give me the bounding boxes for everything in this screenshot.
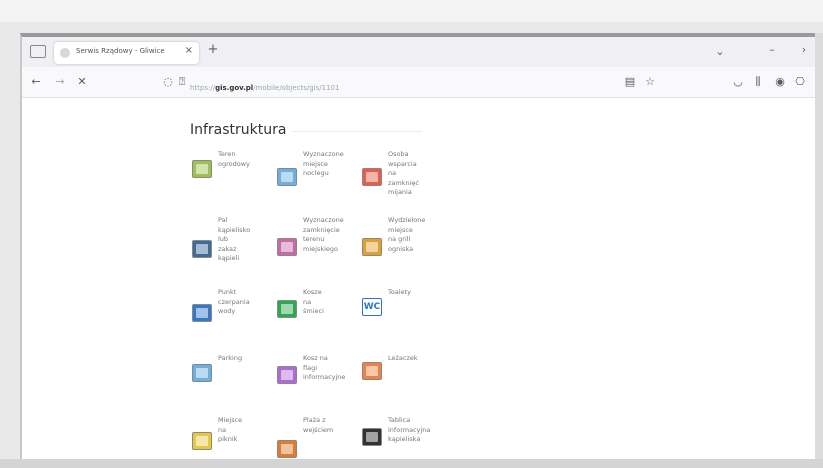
browser-tab[interactable]: Serwis Rządowy - Gliwice ×	[54, 42, 199, 64]
account-icon[interactable]: ◉	[774, 75, 786, 89]
tab-bar: Serwis Rządowy - Gliwice × + ⌄ – ›	[22, 37, 823, 67]
tab-close-icon[interactable]: ×	[185, 45, 193, 56]
deckchair-icon	[362, 362, 382, 380]
back-icon[interactable]: ←	[30, 75, 42, 89]
navigation-toolbar: ← → ✕ ◌ ⍰ https://gis.gov.pl/mobile/obje…	[22, 67, 823, 98]
heading-divider	[292, 131, 422, 132]
infrastructure-item-label: Leżaczek	[388, 354, 418, 362]
desktop-bottom-strip	[0, 459, 823, 468]
enclosure-icon	[277, 238, 297, 256]
infrastructure-item-label: Kosz na flagi informacyjne	[303, 354, 346, 381]
reload-icon[interactable]: ✕	[76, 75, 88, 89]
new-tab-icon[interactable]: +	[206, 43, 220, 57]
infrastructure-item-label: Punkt czerpania wody	[218, 288, 250, 315]
page-content: Infrastruktura Teren ogrodowy Wyznaczone …	[22, 98, 823, 459]
info-board-icon	[362, 428, 382, 446]
window-right-edge	[815, 33, 823, 459]
star-icon[interactable]: ☆	[644, 75, 656, 89]
infrastructure-item-label: Plaża z wejściem	[303, 416, 334, 434]
beach-icon	[277, 440, 297, 458]
address-path: /mobile/objects/gis/1101	[253, 84, 340, 92]
desktop-top-strip	[0, 0, 823, 22]
shield-icon[interactable]: ◌	[162, 75, 174, 89]
favicon-icon	[60, 48, 70, 58]
sleeping-place-icon	[277, 168, 297, 186]
downloads-icon[interactable]: ⫼	[752, 75, 764, 89]
address-domain: gis.gov.pl	[215, 84, 254, 92]
forward-icon[interactable]: →	[54, 75, 66, 89]
infrastructure-item-label: Osoba wsparcia na zamknięć mijania	[388, 150, 419, 196]
picnic-icon	[192, 432, 212, 450]
infrastructure-item-label: Toalety	[388, 288, 412, 296]
parking-icon	[192, 364, 212, 382]
infrastructure-item-label: Kosze na śmieci	[303, 288, 324, 315]
infrastructure-item-label: Pal kąpielisko lub zakaz kąpieli	[218, 216, 251, 262]
trash-bin-icon	[277, 300, 297, 318]
list-all-tabs-icon[interactable]: ⌄	[714, 45, 726, 59]
address-prefix: https://	[190, 84, 216, 92]
sidebar-icon[interactable]	[30, 45, 46, 58]
toilet-wc-icon: WC	[362, 298, 382, 316]
support-person-icon	[362, 168, 382, 186]
pocket-icon[interactable]: ◡	[732, 75, 744, 89]
infrastructure-item-label: Teren ogrodowy	[218, 150, 250, 168]
browser-window: Serwis Rządowy - Gliwice × + ⌄ – › ← → ✕…	[20, 33, 823, 459]
lock-icon[interactable]: ⍰	[176, 75, 188, 89]
minimize-icon[interactable]: –	[766, 43, 778, 57]
infrastructure-item-label: Parking	[218, 354, 243, 362]
swimming-icon	[192, 240, 212, 258]
section-heading: Infrastruktura	[190, 122, 287, 138]
infrastructure-item-label: Tablica informacyjna kąpieliska	[388, 416, 431, 443]
extensions-icon[interactable]: ⎔	[794, 75, 806, 89]
infrastructure-item-label: Wyznaczone zamknięcie terenu miejskiego	[303, 216, 344, 253]
infrastructure-item-label: Miejsce na piknik	[218, 416, 243, 443]
tab-title: Serwis Rządowy - Gliwice	[76, 47, 165, 55]
water-tap-icon	[192, 304, 212, 322]
notice-board-icon	[277, 366, 297, 384]
infrastructure-item-label: Wyznaczone miejsce noclegu	[303, 150, 344, 177]
garden-icon	[192, 160, 212, 178]
grill-icon	[362, 238, 382, 256]
close-window-icon[interactable]: ›	[798, 43, 810, 57]
address-field[interactable]: https://gis.gov.pl/mobile/objects/gis/11…	[190, 75, 620, 92]
reader-icon[interactable]: ▤	[624, 75, 636, 89]
infrastructure-item-label: Wydzielone miejsce na grill ogniska	[388, 216, 426, 253]
